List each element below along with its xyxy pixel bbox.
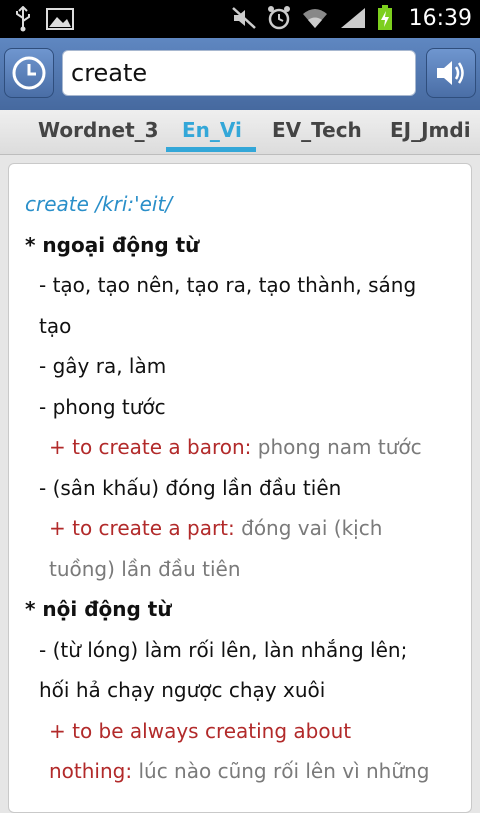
signal-icon — [340, 8, 365, 28]
status-time: 16:39 — [408, 5, 472, 31]
example-line: + to create a baron: phong nam tước — [25, 427, 465, 468]
example-english: + to create a baron: — [49, 435, 252, 459]
definition-line: tạo — [39, 313, 72, 338]
speak-button[interactable] — [426, 48, 476, 98]
search-input[interactable] — [62, 50, 416, 96]
part-of-speech: * ngoại động từ — [25, 232, 200, 257]
definition-line: - (sân khấu) đóng lần đầu tiên — [39, 475, 342, 500]
mute-icon — [231, 7, 256, 29]
speaker-icon — [437, 61, 464, 85]
example-line: nothing: lúc nào cũng rối lên vì những — [25, 751, 465, 792]
definition-content: create /kri:'eit/ * ngoại động từ - tạo,… — [25, 184, 465, 792]
definition-line: - phong tước — [39, 394, 166, 419]
history-clock-icon — [12, 56, 46, 90]
example-english: + to create a part: — [49, 516, 235, 540]
alarm-icon — [267, 6, 290, 30]
history-button[interactable] — [4, 48, 54, 98]
definition-panel: create /kri:'eit/ * ngoại động từ - tạo,… — [8, 163, 472, 813]
status-bar: 16:39 — [0, 0, 480, 38]
example-vietnamese: tuồng) lần đầu tiên — [49, 556, 241, 581]
example-english: nothing: — [49, 759, 133, 783]
example-line: + to be always creating about — [25, 711, 465, 752]
definition-line: - (từ lóng) làm rối lên, làn nhắng lên; — [39, 637, 408, 662]
wifi-icon — [302, 9, 327, 28]
example-line: tuồng) lần đầu tiên — [25, 549, 465, 590]
status-left — [14, 6, 74, 32]
example-english: + to be always creating about — [49, 718, 352, 743]
example-vietnamese: phong nam tước — [257, 435, 422, 459]
active-tab-indicator — [166, 147, 256, 152]
tab-ev-tech[interactable]: EV_Tech — [272, 118, 362, 142]
definition-line: - gây ra, làm — [39, 354, 167, 378]
part-of-speech: * nội động từ — [25, 597, 172, 621]
tab-en-vi[interactable]: En_Vi — [182, 118, 242, 142]
battery-charging-icon — [377, 5, 392, 30]
tab-wordnet3[interactable]: Wordnet_3 — [38, 118, 159, 142]
search-bar — [0, 38, 480, 111]
definition-line: hối hả chạy ngược chạy xuôi — [39, 678, 326, 702]
tab-ej-jmdict[interactable]: EJ_Jmdi — [390, 118, 471, 142]
headword: create /kri:'eit/ — [25, 192, 173, 216]
image-icon — [46, 8, 74, 30]
example-line: + to create a part: đóng vai (kịch — [25, 508, 465, 549]
example-vietnamese: đóng vai (kịch — [241, 516, 383, 540]
usb-icon — [16, 6, 30, 32]
status-right: 16:39 — [231, 5, 472, 31]
example-vietnamese: lúc nào cũng rối lên vì những — [138, 759, 430, 783]
definition-line: - tạo, tạo nên, tạo ra, tạo thành, sáng — [39, 273, 417, 297]
